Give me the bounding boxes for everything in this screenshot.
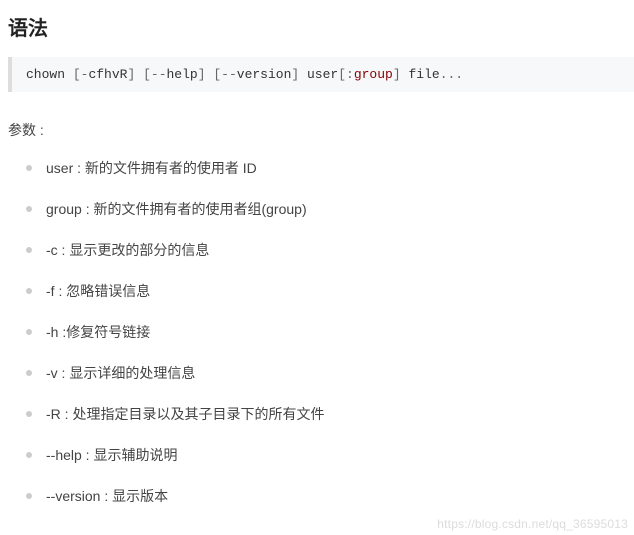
params-heading: 参数 :	[8, 120, 634, 140]
code-space	[135, 67, 143, 82]
list-item: -h :修复符号链接	[46, 322, 634, 343]
list-item: -R : 处理指定目录以及其子目录下的所有文件	[46, 404, 634, 425]
syntax-code-block: chown [-cfhvR] [--help] [--version] user…	[8, 57, 634, 92]
code-version: version	[237, 67, 292, 82]
watermark-text: https://blog.csdn.net/qq_36595013	[437, 517, 628, 531]
list-item: group : 新的文件拥有者的使用者组(group)	[46, 199, 634, 220]
code-file: file	[408, 67, 439, 82]
syntax-heading: 语法	[8, 12, 634, 41]
list-item: --version : 显示版本	[46, 486, 634, 507]
code-bracket: [	[73, 67, 81, 82]
code-help: help	[167, 67, 198, 82]
code-cmd: chown	[26, 67, 73, 82]
code-bracket: [	[213, 67, 221, 82]
code-dashes: --	[151, 67, 167, 82]
list-item: -c : 显示更改的部分的信息	[46, 240, 634, 261]
code-ellipsis: ...	[440, 67, 463, 82]
code-space	[299, 67, 307, 82]
code-group-close: ]	[393, 67, 401, 82]
code-user: user	[307, 67, 338, 82]
code-group: group	[354, 67, 393, 82]
list-item: -f : 忽略错误信息	[46, 281, 634, 302]
code-bracket: [	[143, 67, 151, 82]
code-dashes: --	[221, 67, 237, 82]
code-bracket: ]	[198, 67, 206, 82]
code-group-open: [:	[338, 67, 354, 82]
list-item: user : 新的文件拥有者的使用者 ID	[46, 158, 634, 179]
list-item: -v : 显示详细的处理信息	[46, 363, 634, 384]
list-item: --help : 显示辅助说明	[46, 445, 634, 466]
params-list: user : 新的文件拥有者的使用者 ID group : 新的文件拥有者的使用…	[8, 158, 634, 507]
code-flags: cfhvR	[88, 67, 127, 82]
